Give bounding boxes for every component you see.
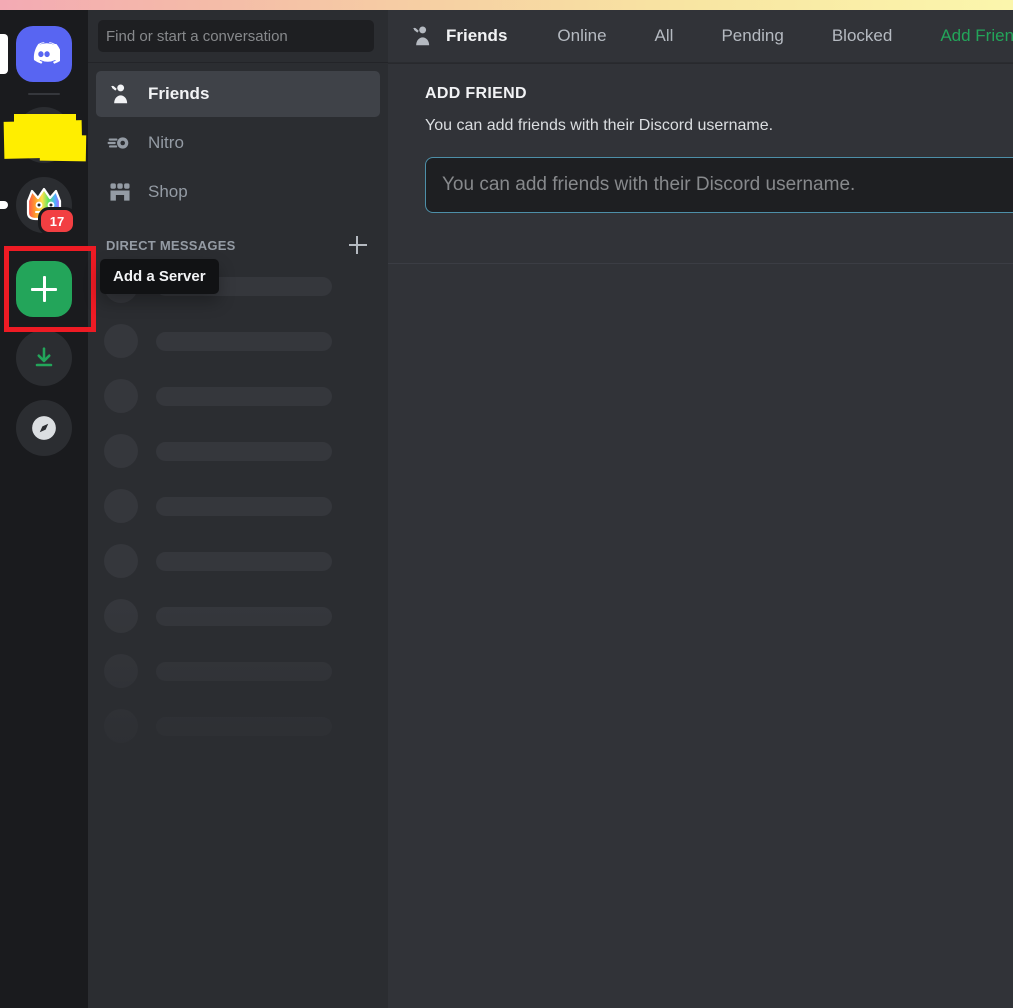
download-apps-button[interactable] [16, 330, 72, 386]
tab-blocked[interactable]: Blocked [822, 22, 902, 50]
sidebar-item-nitro[interactable]: Nitro [96, 120, 380, 166]
discord-app-window: 17 Find or start a conversation Friends … [0, 0, 1013, 1008]
tab-add-friend[interactable]: Add Friend [930, 22, 1013, 50]
redaction-overlay [14, 114, 76, 136]
add-friend-description: You can add friends with their Discord u… [425, 117, 774, 134]
sidebar-item-friends[interactable]: Friends [96, 71, 380, 117]
content-divider [388, 263, 1013, 264]
tab-online[interactable]: Online [547, 22, 616, 50]
server-rail-item-rainbow[interactable]: 17 [0, 177, 76, 235]
skeleton-avatar [104, 434, 138, 468]
add-friend-title: ADD FRIEND [425, 85, 527, 102]
skeleton-bar [156, 716, 332, 736]
list-item [96, 595, 380, 637]
skeleton-bar [156, 496, 332, 516]
skeleton-avatar [104, 599, 138, 633]
download-icon[interactable] [16, 330, 72, 386]
server-rail: 17 [0, 10, 96, 1008]
search-area: Find or start a conversation [88, 10, 388, 63]
sidebar-item-label: Nitro [148, 133, 184, 152]
active-indicator-pill [0, 34, 8, 74]
skeleton-bar [156, 441, 332, 461]
sidebar-nav-list: Friends Nitro Shop [88, 63, 388, 215]
skeleton-avatar [104, 324, 138, 358]
shop-icon [106, 178, 134, 206]
add-friend-panel: ADD FRIEND You can add friends with thei… [388, 63, 1013, 213]
rail-separator [28, 93, 60, 95]
add-friend-username-input[interactable]: You can add friends with their Discord u… [425, 157, 1013, 213]
skeleton-avatar [104, 379, 138, 413]
friends-wave-icon [408, 22, 436, 50]
list-item [96, 705, 380, 747]
unread-indicator-dot [0, 201, 8, 209]
friends-wave-icon [106, 80, 134, 108]
explore-servers-button[interactable] [16, 400, 72, 456]
skeleton-avatar [104, 709, 138, 743]
plus-icon[interactable] [16, 261, 72, 317]
skeleton-avatar [104, 544, 138, 578]
dm-skeleton-list [88, 265, 388, 805]
sidebar-item-label: Friends [148, 84, 210, 103]
search-input[interactable]: Find or start a conversation [98, 20, 374, 52]
redaction-overlay [39, 134, 87, 162]
skeleton-bar [156, 606, 332, 626]
unread-badge: 17 [38, 207, 76, 235]
skeleton-bar [156, 661, 332, 681]
sidebar-item-label: Shop [148, 182, 188, 201]
list-item [96, 375, 380, 417]
main-content: Friends Online All Pending Blocked Add F… [388, 10, 1013, 1008]
nitro-icon [106, 129, 134, 157]
window-gradient-strip [0, 0, 1013, 10]
tab-pending[interactable]: Pending [711, 22, 793, 50]
sidebar-item-shop[interactable]: Shop [96, 169, 380, 215]
skeleton-bar [156, 331, 332, 351]
server-rail-item-discord-home[interactable] [0, 26, 72, 82]
list-item [96, 320, 380, 362]
page-title: Friends [408, 22, 507, 50]
skeleton-bar [156, 551, 332, 571]
list-item [96, 430, 380, 472]
server-avatar-rainbow[interactable]: 17 [16, 177, 76, 235]
compass-icon[interactable] [16, 400, 72, 456]
discord-logo-icon[interactable] [16, 26, 72, 82]
tab-all[interactable]: All [645, 22, 684, 50]
list-item [96, 650, 380, 692]
skeleton-avatar [104, 654, 138, 688]
skeleton-bar [156, 386, 332, 406]
create-dm-plus-icon[interactable] [348, 235, 368, 255]
skeleton-avatar [104, 489, 138, 523]
list-item [96, 540, 380, 582]
add-a-server-button[interactable] [16, 261, 72, 317]
friends-header: Friends Online All Pending Blocked Add F… [388, 10, 1013, 63]
direct-messages-label: DIRECT MESSAGES [106, 237, 236, 253]
add-a-server-tooltip: Add a Server [100, 259, 219, 294]
page-title-label: Friends [446, 26, 508, 45]
dm-sidebar: Find or start a conversation Friends Nit… [88, 10, 388, 1008]
list-item [96, 485, 380, 527]
